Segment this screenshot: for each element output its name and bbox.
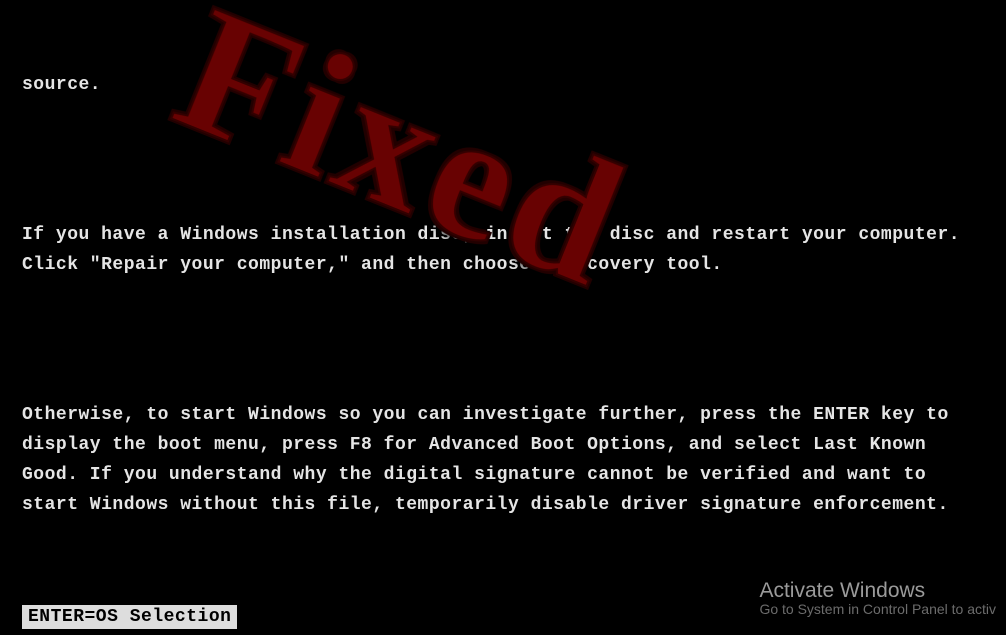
activate-windows-watermark: Activate Windows Go to System in Control… xyxy=(759,579,996,617)
instruction-paragraph-1: If you have a Windows installation disc,… xyxy=(22,220,984,280)
prev-paragraph-tail: source. xyxy=(22,70,984,100)
instruction-paragraph-2: Otherwise, to start Windows so you can i… xyxy=(22,400,984,520)
boot-error-screen: source. If you have a Windows installati… xyxy=(0,0,1006,635)
enter-os-selection-bar[interactable]: ENTER=OS Selection xyxy=(22,605,237,629)
activate-title: Activate Windows xyxy=(759,579,996,603)
body-text: source. If you have a Windows installati… xyxy=(0,0,1006,635)
activate-subtext: Go to System in Control Panel to activ xyxy=(759,601,996,617)
